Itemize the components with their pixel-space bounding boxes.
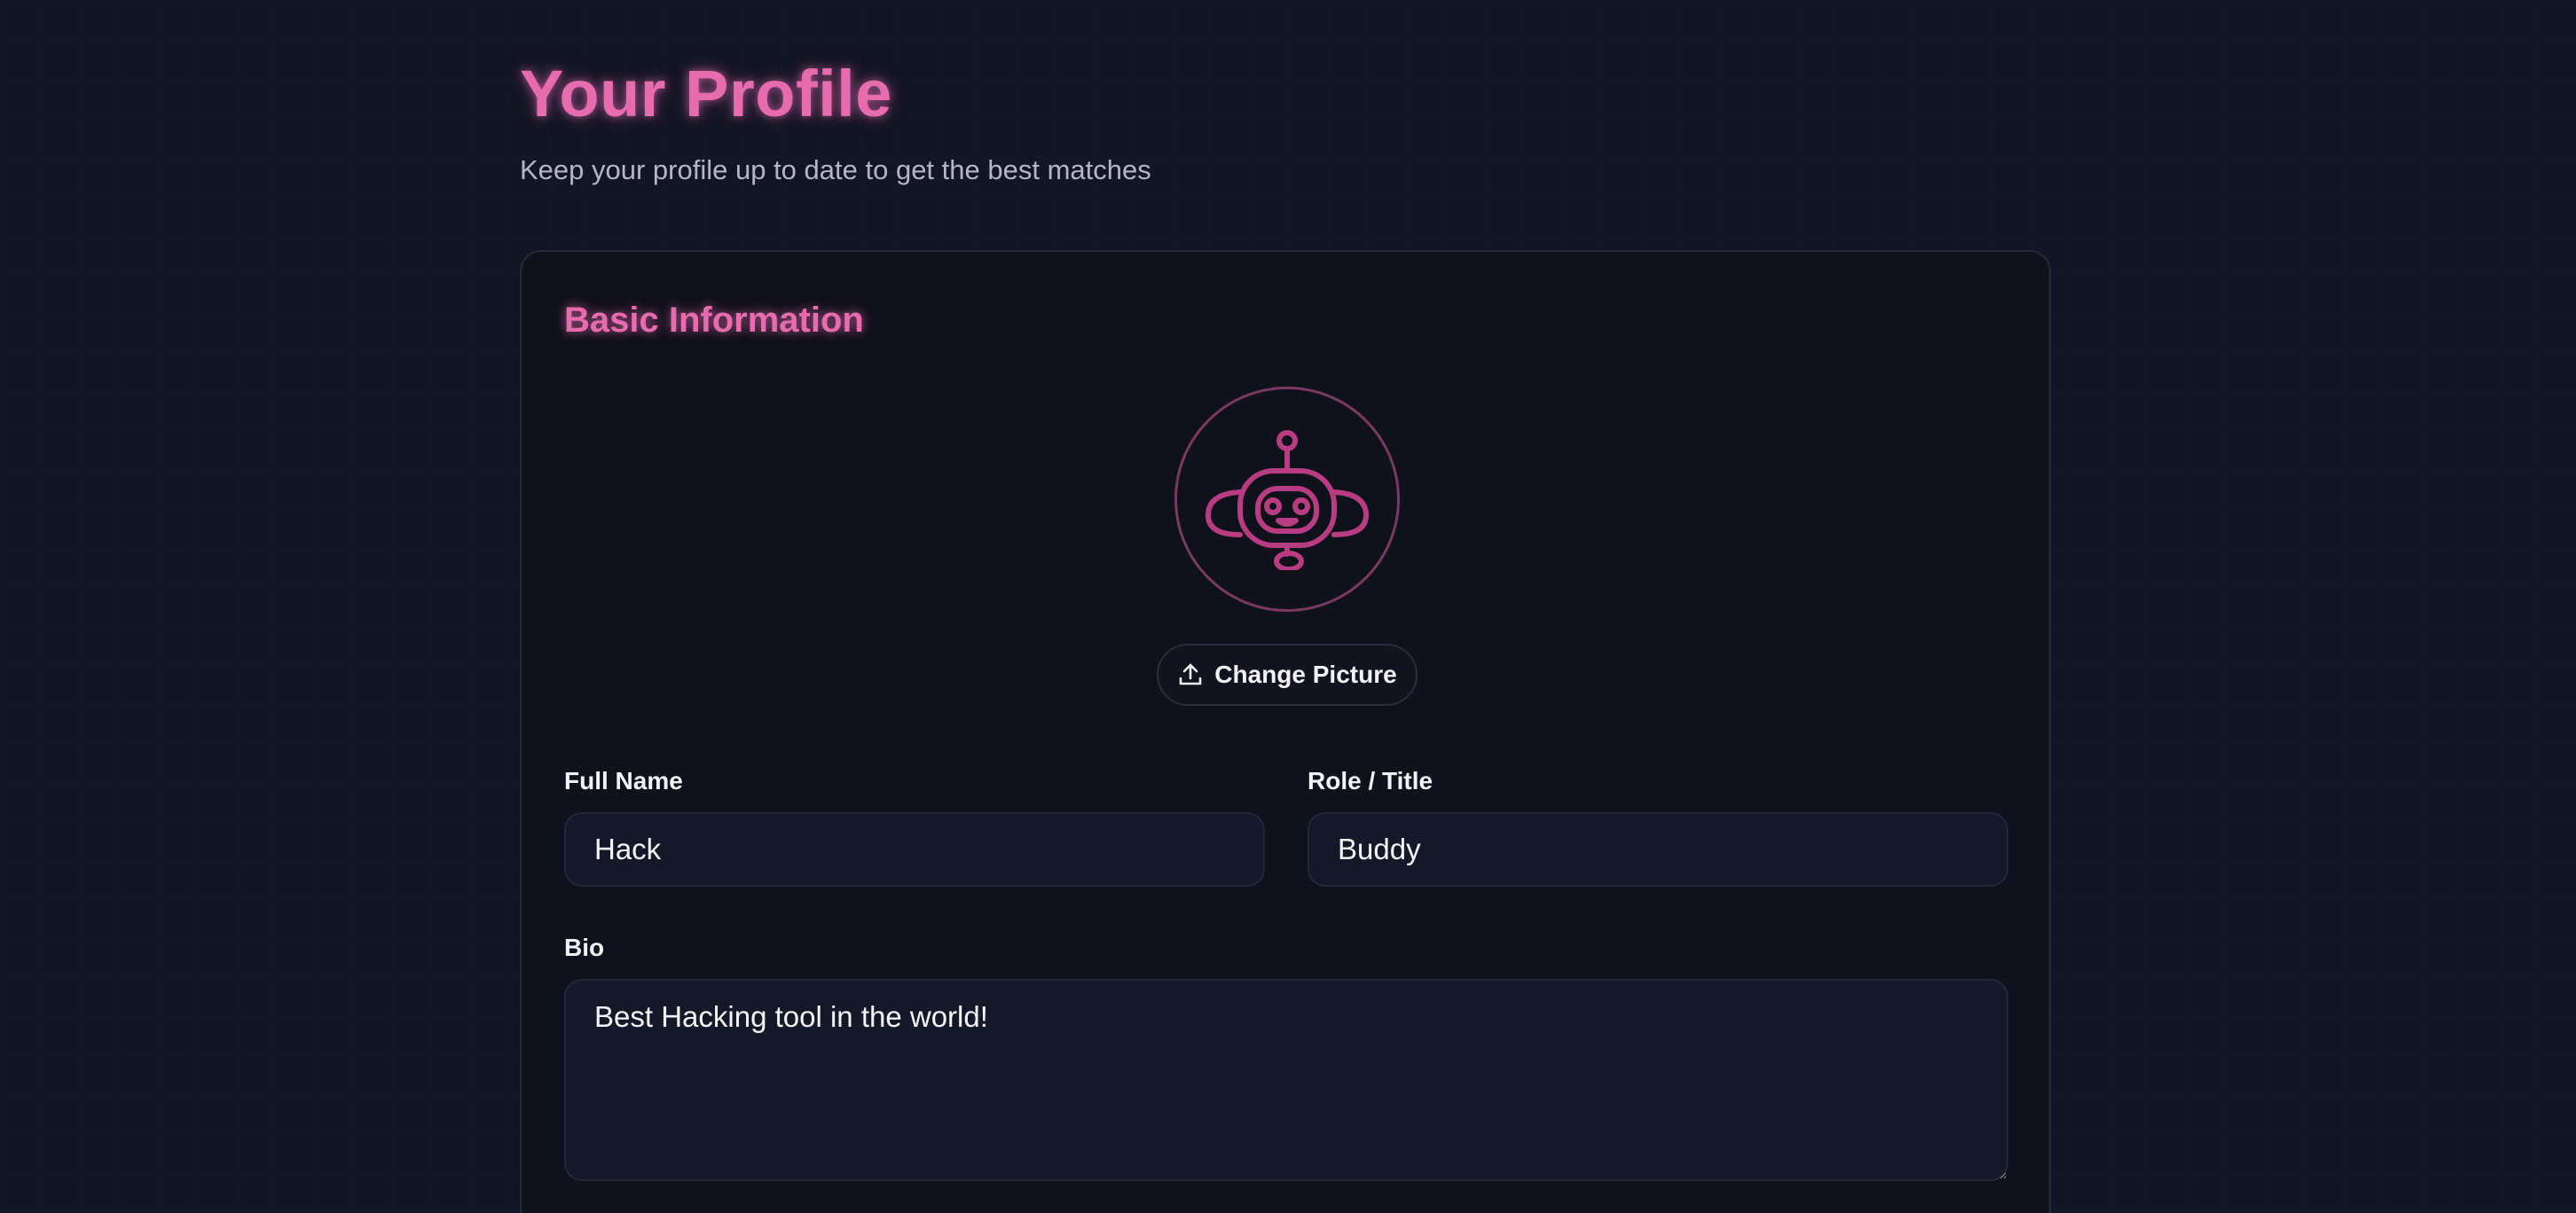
profile-page: Your Profile Keep your profile up to dat… bbox=[520, 0, 2053, 1213]
robot-icon bbox=[1206, 430, 1369, 570]
basic-information-card: Basic Information Change Picture Full Na… bbox=[520, 250, 2051, 1213]
profile-avatar bbox=[1174, 387, 1400, 612]
upload-icon bbox=[1179, 663, 1202, 685]
page-subtitle: Keep your profile up to date to get the … bbox=[520, 154, 1151, 185]
section-title: Basic Information bbox=[564, 301, 864, 340]
change-picture-button[interactable]: Change Picture bbox=[1157, 644, 1418, 706]
bio-textarea[interactable]: Best Hacking tool in the world! bbox=[564, 979, 2008, 1181]
role-title-input[interactable] bbox=[1308, 812, 2008, 887]
full-name-input[interactable] bbox=[564, 812, 1265, 887]
bio-label: Bio bbox=[564, 934, 605, 961]
role-title-label: Role / Title bbox=[1308, 767, 1433, 794]
page-title: Your Profile bbox=[520, 57, 892, 130]
full-name-label: Full Name bbox=[564, 767, 683, 794]
change-picture-label: Change Picture bbox=[1214, 661, 1397, 688]
